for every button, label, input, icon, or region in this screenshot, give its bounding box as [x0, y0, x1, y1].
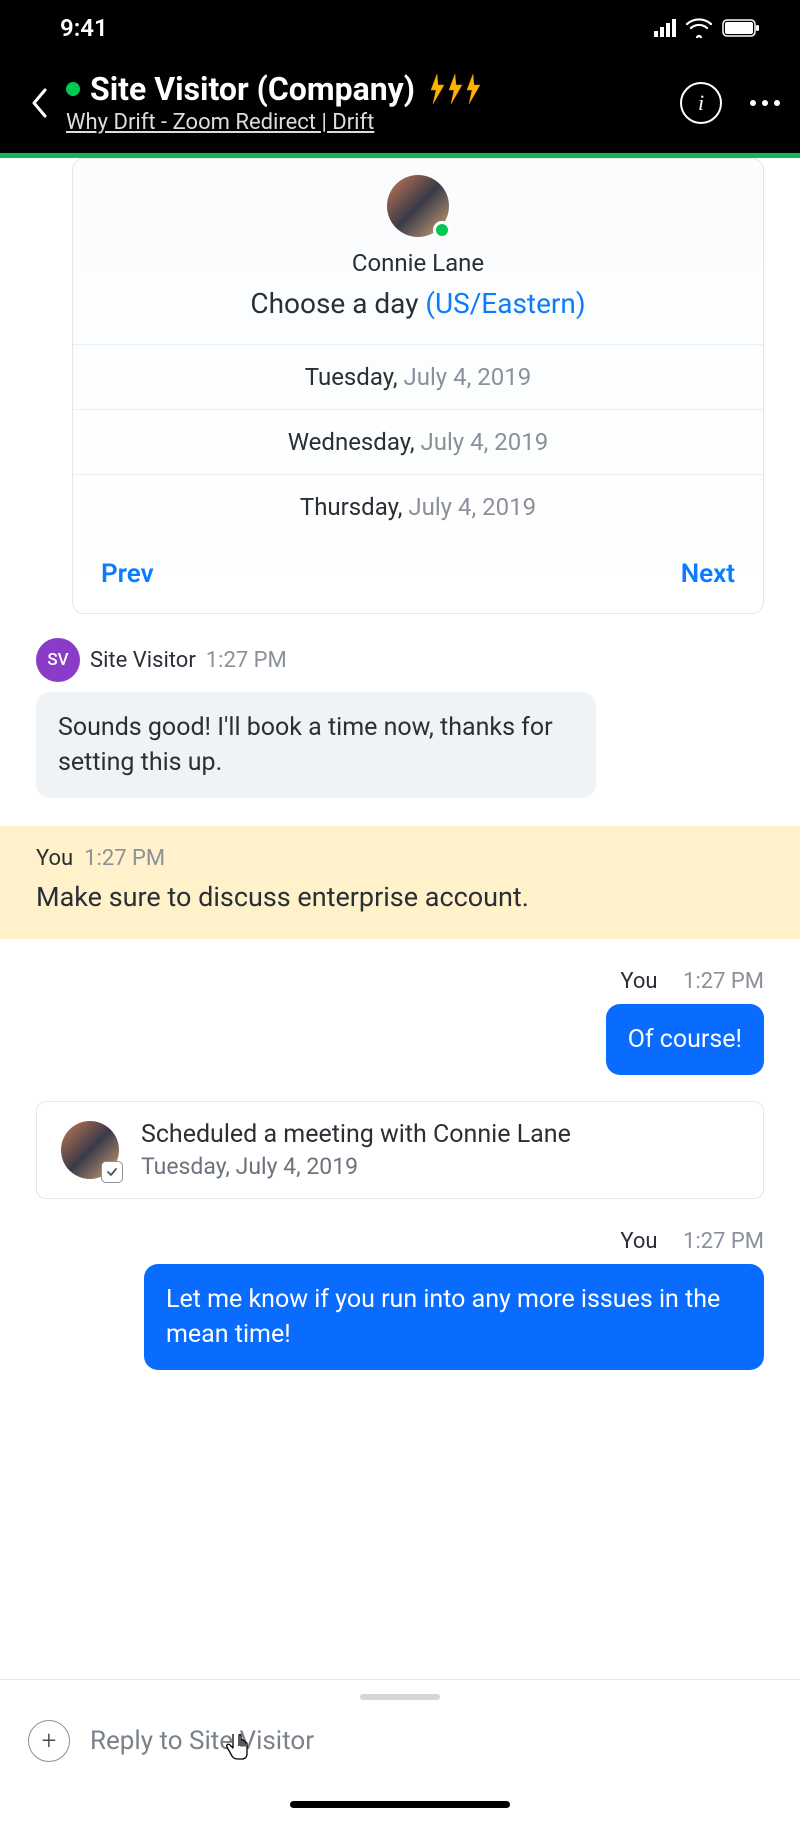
conversation-title: Site Visitor (Company) — [90, 70, 415, 108]
scheduler-card: Connie Lane Choose a day (US/Eastern) Tu… — [72, 158, 764, 614]
back-button[interactable] — [20, 83, 60, 123]
conversation-header: Site Visitor (Company) Why Drift - Zoom … — [0, 56, 800, 153]
message-bubble[interactable]: Let me know if you run into any more iss… — [144, 1264, 764, 1370]
home-indicator[interactable] — [290, 1801, 510, 1808]
event-avatar — [61, 1121, 119, 1179]
scheduler-next-button[interactable]: Next — [681, 559, 735, 589]
add-attachment-button[interactable]: + — [28, 1720, 70, 1762]
lightning-icons — [429, 74, 483, 104]
scheduler-day-option[interactable]: Tuesday, July 4, 2019 — [73, 344, 763, 409]
message-outgoing: You 1:27 PM Of course! — [0, 969, 800, 1075]
event-date: Tuesday, July 4, 2019 — [141, 1153, 571, 1180]
message-bubble[interactable]: Sounds good! I'll book a time now, thank… — [36, 692, 596, 798]
message-author: Site Visitor — [90, 648, 196, 673]
wifi-icon — [686, 18, 712, 38]
event-title: Scheduled a meeting with Connie Lane — [141, 1120, 571, 1149]
avatar-presence-dot — [433, 221, 451, 239]
visitor-avatar: SV — [36, 638, 80, 682]
message-author: You — [620, 969, 657, 994]
message-incoming: SV Site Visitor 1:27 PM Sounds good! I'l… — [0, 638, 800, 798]
cellular-icon — [654, 19, 676, 37]
reply-input[interactable]: Reply to Site Visitor — [90, 1726, 772, 1756]
message-time — [668, 969, 673, 994]
meeting-event-card[interactable]: Scheduled a meeting with Connie Lane Tue… — [36, 1101, 764, 1199]
status-time: 9:41 — [60, 14, 108, 42]
sheet-grabber[interactable] — [360, 1694, 440, 1700]
conversation-body: Connie Lane Choose a day (US/Eastern) Tu… — [0, 158, 800, 1390]
scheduler-name: Connie Lane — [93, 249, 743, 277]
info-button[interactable]: i — [680, 82, 722, 124]
scheduler-avatar — [387, 175, 449, 237]
scheduler-day-option[interactable]: Wednesday, July 4, 2019 — [73, 409, 763, 474]
scheduler-prev-button[interactable]: Prev — [101, 559, 154, 589]
message-outgoing: You 1:27 PM Let me know if you run into … — [0, 1229, 800, 1370]
status-indicators — [654, 18, 760, 38]
presence-indicator — [66, 82, 80, 96]
scheduler-day-option[interactable]: Thursday, July 4, 2019 — [73, 474, 763, 539]
note-text: Make sure to discuss enterprise account. — [36, 881, 764, 913]
calendar-check-icon — [101, 1161, 123, 1183]
message-bubble[interactable]: Of course! — [606, 1004, 764, 1075]
message-time: 1:27 PM — [206, 648, 287, 673]
note-author: You — [36, 846, 73, 871]
scheduler-timezone[interactable]: (US/Eastern) — [425, 287, 585, 320]
device-notch — [250, 0, 550, 45]
message-author: You — [620, 1229, 657, 1254]
scheduler-prompt: Choose a day (US/Eastern) — [93, 287, 743, 320]
message-time: 1:27 PM — [683, 1229, 764, 1254]
cursor-pointer-icon — [225, 1732, 249, 1764]
battery-icon — [722, 19, 760, 37]
conversation-subtitle[interactable]: Why Drift - Zoom Redirect | Drift — [66, 110, 670, 135]
more-button[interactable] — [750, 100, 780, 106]
internal-note[interactable]: You 1:27 PM Make sure to discuss enterpr… — [0, 826, 800, 939]
